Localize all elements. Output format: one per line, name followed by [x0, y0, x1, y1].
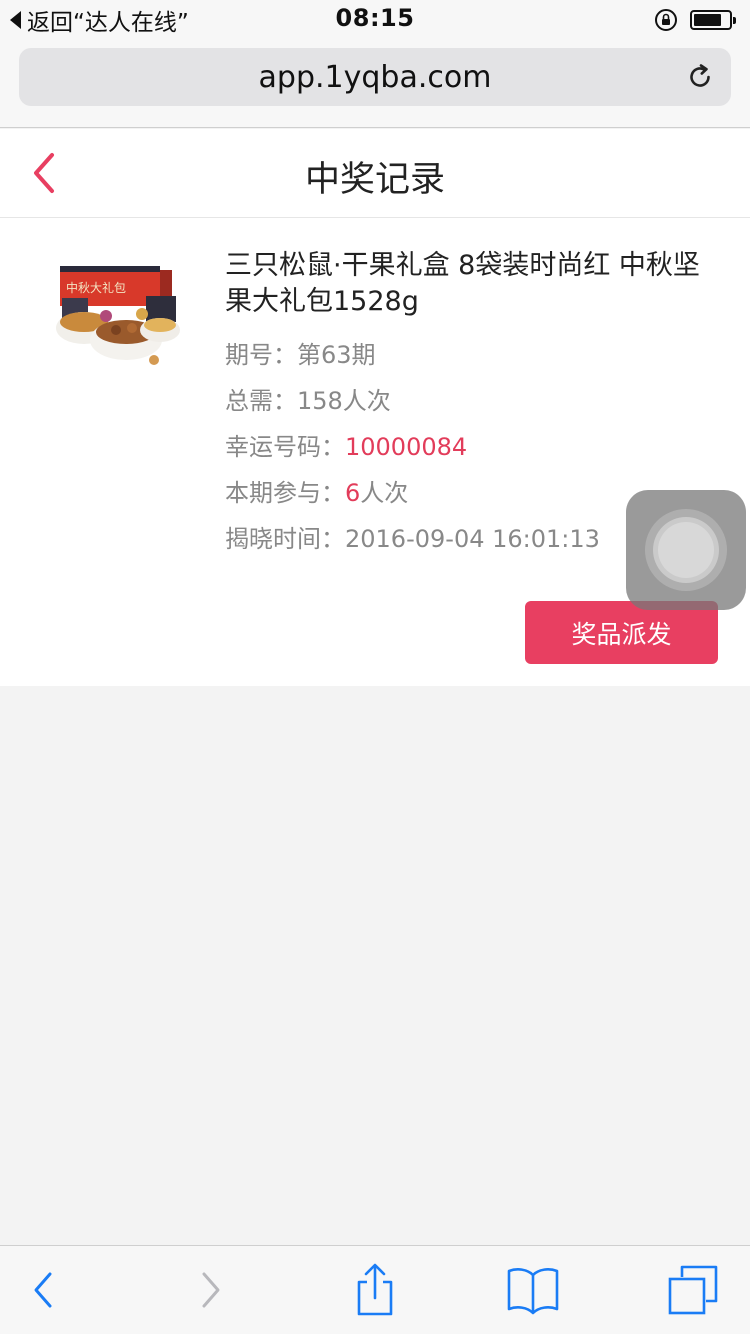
total-value: 158人次	[297, 387, 391, 415]
total-row: 总需：158人次	[225, 378, 725, 424]
tabs-icon	[668, 1265, 718, 1315]
lucky-number-value: 10000084	[345, 433, 468, 461]
assistive-touch-icon	[658, 522, 714, 578]
browser-back-button[interactable]	[13, 1260, 73, 1320]
product-title: 三只松鼠·干果礼盒 8袋装时尚红 中秋坚果大礼包1528g	[225, 250, 700, 317]
orientation-lock-icon	[655, 9, 677, 31]
url-text: app.1yqba.com	[258, 60, 492, 95]
period-row: 期号：第63期	[225, 332, 725, 378]
status-back-to-app[interactable]: 返回“达人在线”	[10, 4, 189, 36]
bookmarks-button[interactable]	[503, 1260, 563, 1320]
product-image: 中秋大礼包	[56, 266, 180, 365]
chevron-right-icon	[202, 1272, 220, 1308]
back-button[interactable]	[20, 149, 68, 197]
participation-label: 本期参与：	[225, 479, 345, 507]
assistive-touch-button[interactable]	[626, 490, 746, 610]
tabs-button[interactable]	[663, 1260, 723, 1320]
status-time: 08:15	[335, 4, 415, 32]
prize-dispatch-button[interactable]: 奖品派发	[525, 601, 718, 664]
reload-icon[interactable]	[685, 62, 715, 92]
browser-forward-button[interactable]	[181, 1260, 241, 1320]
participation-unit: 人次	[360, 479, 409, 507]
win-record-card: 中秋大礼包 三只松鼠·干果礼盒 8袋装时尚红 中秋坚果大礼包1528g 期号：第…	[0, 218, 750, 686]
chevron-left-icon	[34, 153, 54, 193]
period-label: 期号：	[225, 341, 297, 369]
status-back-label: 返回“达人在线”	[27, 10, 189, 36]
url-field[interactable]: app.1yqba.com	[19, 48, 731, 106]
total-label: 总需：	[225, 387, 297, 415]
lucky-number-row: 幸运号码：10000084	[225, 424, 725, 470]
app-header: 中奖记录	[0, 129, 750, 218]
browser-address-area: app.1yqba.com	[0, 40, 750, 128]
back-triangle-icon	[10, 11, 21, 29]
page-title: 中奖记录	[304, 160, 445, 200]
share-button[interactable]	[345, 1260, 405, 1320]
participation-count: 6	[345, 479, 361, 507]
chevron-left-icon	[34, 1272, 52, 1308]
period-value: 第63期	[297, 341, 376, 369]
status-bar: 返回“达人在线” 08:15	[0, 0, 750, 40]
share-icon	[357, 1263, 393, 1316]
battery-icon	[690, 10, 736, 30]
lucky-number-label: 幸运号码：	[225, 433, 345, 461]
browser-toolbar	[0, 1245, 750, 1334]
svg-text:中秋大礼包: 中秋大礼包	[66, 280, 126, 295]
bookmarks-icon	[507, 1268, 559, 1315]
reveal-time-label: 揭晓时间：	[225, 525, 345, 553]
reveal-time-value: 2016-09-04 16:01:13	[345, 525, 600, 553]
